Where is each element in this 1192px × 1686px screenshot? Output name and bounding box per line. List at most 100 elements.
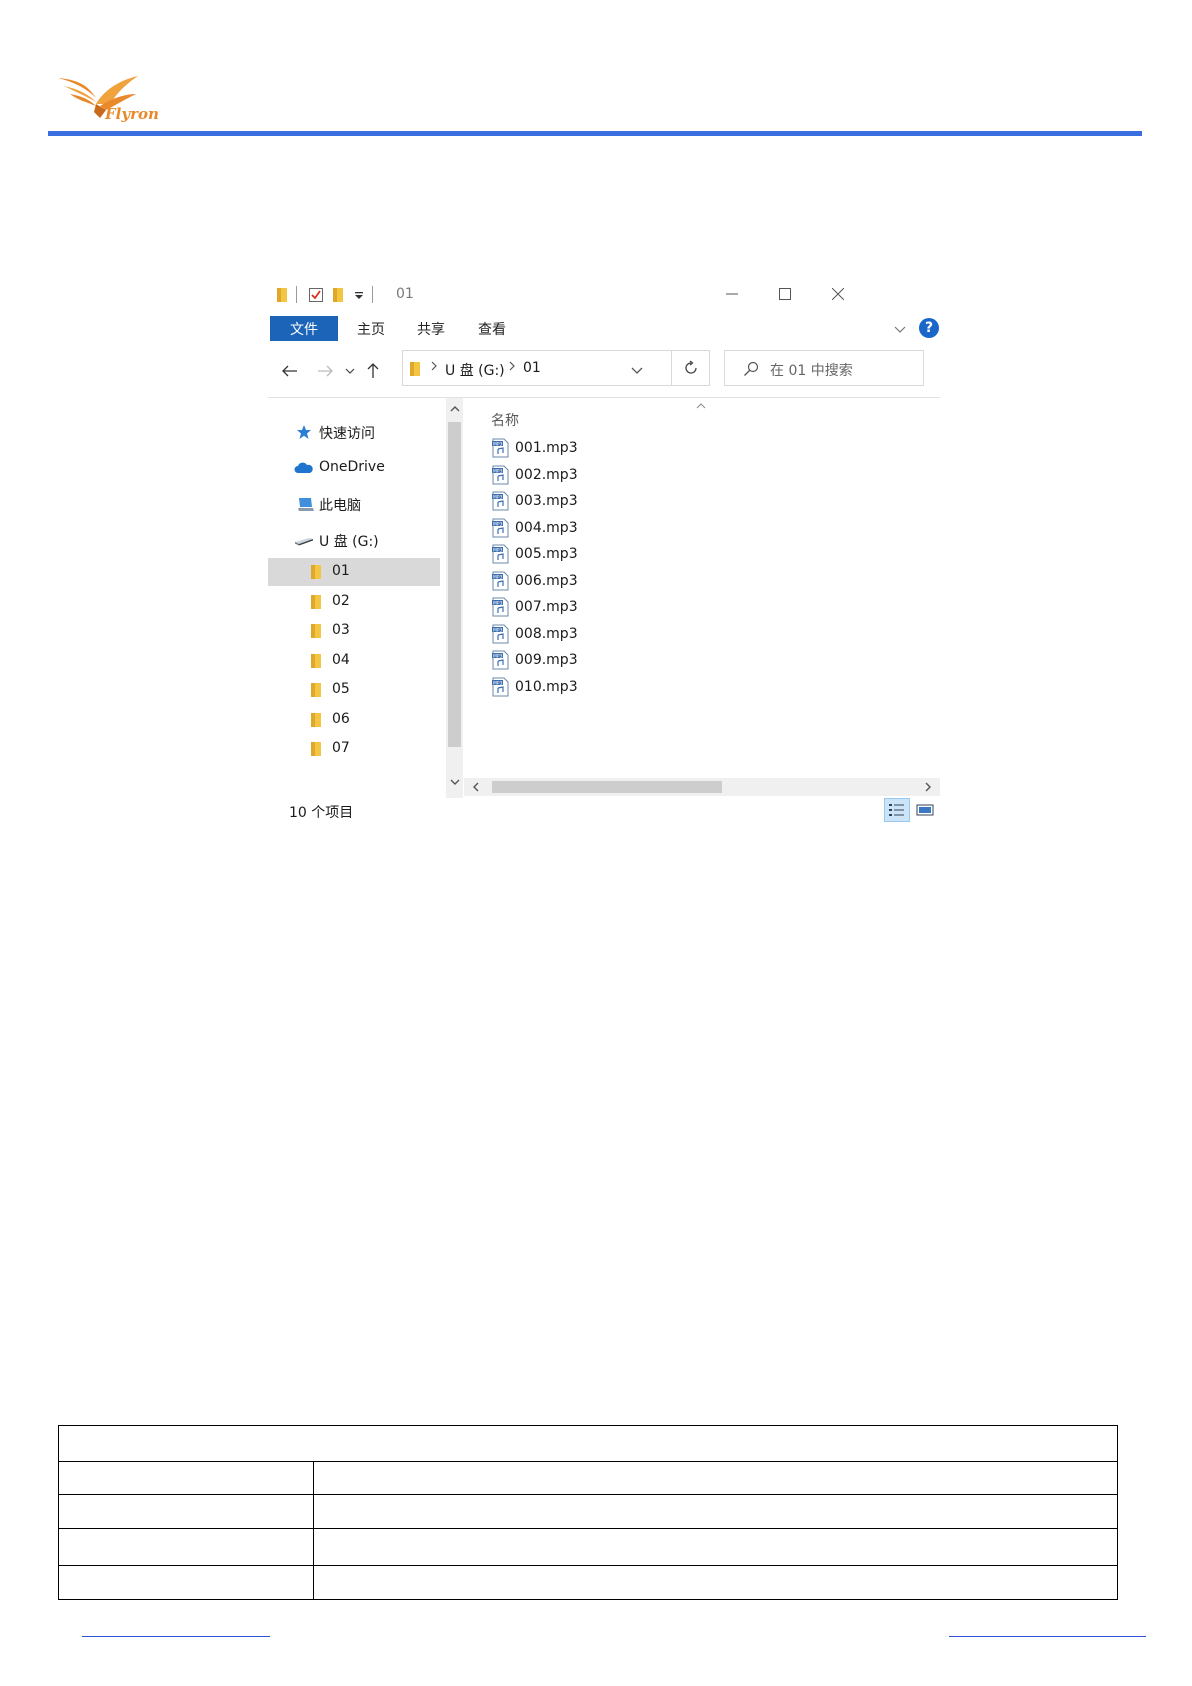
window-title: 01	[396, 286, 414, 302]
svg-text:MP3: MP3	[493, 441, 503, 447]
maximize-icon[interactable]	[770, 282, 800, 306]
svg-text:MP3: MP3	[493, 521, 503, 527]
mp3-file-icon: MP3	[490, 518, 510, 538]
svg-text:MP3: MP3	[493, 600, 503, 606]
close-icon[interactable]	[823, 282, 853, 306]
file-item[interactable]: MP3 001.mp3	[490, 436, 578, 460]
svg-text:MP3: MP3	[493, 468, 503, 474]
computer-icon	[297, 496, 315, 512]
scroll-down-arrow-icon[interactable]	[448, 775, 461, 789]
address-bar[interactable]: U 盘 (G:) 01	[402, 350, 672, 386]
nav-label: OneDrive	[319, 459, 385, 475]
expand-ribbon-icon[interactable]	[894, 322, 906, 338]
file-name: 005.mp3	[515, 546, 578, 562]
status-bar: 10 个项目	[268, 796, 940, 826]
specification-table	[58, 1425, 1118, 1600]
file-name: 010.mp3	[515, 678, 578, 695]
new-folder-icon[interactable]	[332, 287, 344, 303]
folder-icon	[310, 623, 322, 639]
nav-label: 快速访问	[319, 426, 375, 442]
scrollbar-thumb[interactable]	[448, 422, 461, 747]
forward-arrow-icon[interactable]	[313, 358, 337, 384]
nav-label: 07	[332, 740, 350, 756]
navigation-pane: 快速访问 OneDrive 此电脑 U 盘 (G:) 01 02 03 04 05 06 0…	[268, 398, 458, 798]
logo-wordmark: Flyron	[105, 105, 159, 123]
file-item[interactable]: MP3 003.mp3	[490, 489, 578, 513]
nav-item-usb-drive[interactable]: U 盘 (G:)	[268, 526, 440, 554]
chevron-right-icon[interactable]	[430, 359, 438, 375]
file-item[interactable]: MP3 002.mp3	[490, 463, 578, 487]
file-item[interactable]: MP3 005.mp3	[490, 542, 578, 566]
folder-icon	[310, 594, 322, 610]
nav-item-folder[interactable]: 07	[268, 735, 440, 763]
nav-item-folder[interactable]: 03	[268, 617, 440, 645]
help-button[interactable]: ?	[919, 318, 939, 338]
folder-icon	[409, 361, 421, 381]
file-item[interactable]: MP3 007.mp3	[490, 595, 578, 619]
table-cell	[58, 1461, 314, 1495]
recent-locations-chevron-icon[interactable]	[338, 358, 362, 384]
file-item[interactable]: MP3 006.mp3	[490, 569, 578, 593]
file-explorer-window: 01 文件 主页 共享 查看 ? U 盘 (G:) 01 在 01 中搜索 快速…	[268, 274, 940, 822]
table-cell	[58, 1565, 314, 1600]
nav-item-folder[interactable]: 02	[268, 588, 440, 616]
table-cell	[313, 1494, 1118, 1529]
column-header-name[interactable]: 名称	[491, 410, 519, 430]
breadcrumb-drive[interactable]: U 盘 (G:)	[445, 360, 505, 380]
svg-text:MP3: MP3	[493, 680, 503, 686]
table-cell	[58, 1494, 314, 1529]
nav-item-folder[interactable]: 01	[268, 558, 440, 586]
nav-label: U 盘 (G:)	[319, 534, 379, 550]
properties-icon[interactable]	[308, 287, 324, 303]
scroll-left-arrow-icon[interactable]	[469, 780, 483, 794]
mp3-file-icon: MP3	[490, 438, 510, 458]
navigation-scrollbar[interactable]	[446, 398, 463, 798]
chevron-down-icon[interactable]	[631, 363, 643, 379]
cloud-icon	[294, 462, 314, 474]
nav-item-onedrive[interactable]: OneDrive	[268, 454, 440, 482]
mp3-file-icon: MP3	[490, 597, 510, 617]
large-icons-view-icon[interactable]	[912, 798, 938, 822]
tab-home[interactable]: 主页	[357, 317, 385, 341]
breadcrumb-folder[interactable]: 01	[523, 360, 541, 376]
folder-icon	[310, 564, 322, 580]
file-list-horizontal-scrollbar[interactable]	[464, 778, 940, 796]
chevron-right-icon[interactable]	[508, 359, 516, 375]
file-item[interactable]: MP3 010.mp3	[490, 675, 578, 699]
file-name: 007.mp3	[515, 599, 578, 615]
scroll-up-arrow-icon[interactable]	[448, 402, 461, 416]
details-view-icon[interactable]	[884, 798, 910, 822]
folder-icon	[310, 712, 322, 728]
mp3-file-icon: MP3	[490, 465, 510, 485]
nav-item-folder[interactable]: 04	[268, 647, 440, 675]
file-name: 002.mp3	[515, 466, 578, 483]
svg-text:MP3: MP3	[493, 627, 503, 633]
scroll-right-arrow-icon[interactable]	[921, 780, 935, 794]
svg-text:MP3: MP3	[493, 574, 503, 580]
file-name: 003.mp3	[515, 493, 578, 509]
up-arrow-icon[interactable]	[361, 358, 385, 384]
scrollbar-thumb[interactable]	[492, 781, 722, 793]
search-icon	[743, 361, 759, 381]
nav-label: 01	[332, 563, 350, 579]
table-cell	[313, 1565, 1118, 1600]
nav-item-this-pc[interactable]: 此电脑	[268, 490, 440, 518]
file-item[interactable]: MP3 008.mp3	[490, 622, 578, 646]
file-item[interactable]: MP3 009.mp3	[490, 648, 578, 672]
customize-toolbar-icon[interactable]	[354, 287, 364, 303]
search-input[interactable]: 在 01 中搜索	[724, 350, 924, 386]
minimize-icon[interactable]	[717, 282, 747, 306]
nav-item-folder[interactable]: 06	[268, 706, 440, 734]
nav-label: 02	[332, 592, 350, 609]
folder-icon	[310, 741, 322, 757]
back-arrow-icon[interactable]	[278, 358, 302, 384]
file-item[interactable]: MP3 004.mp3	[490, 516, 578, 540]
nav-item-folder[interactable]: 05	[268, 676, 440, 704]
file-name: 004.mp3	[515, 519, 578, 536]
mp3-file-icon: MP3	[490, 650, 510, 670]
tab-share[interactable]: 共享	[417, 317, 445, 341]
tab-view[interactable]: 查看	[478, 317, 506, 341]
nav-item-quick-access[interactable]: 快速访问	[268, 418, 440, 446]
tab-file[interactable]: 文件	[270, 316, 338, 341]
refresh-icon[interactable]	[672, 350, 710, 386]
